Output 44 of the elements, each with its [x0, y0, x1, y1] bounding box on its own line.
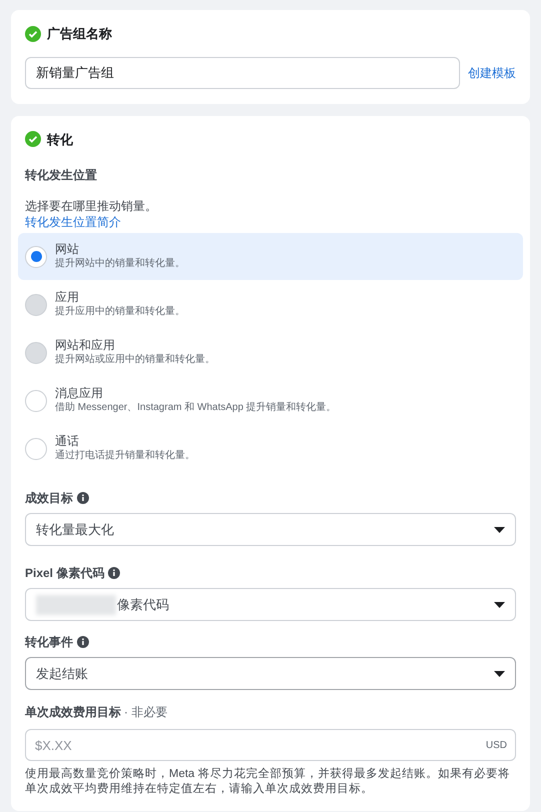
- info-icon: [77, 636, 89, 648]
- field-label: Pixel 像素代码: [25, 565, 104, 582]
- dropdown-caret-icon: [494, 602, 505, 608]
- check-circle-icon: [25, 26, 41, 42]
- option-label: 通话: [55, 434, 80, 449]
- radio-option[interactable]: 网站 提升网站中的销量和转化量。: [18, 233, 523, 280]
- section-title: 转化: [47, 130, 73, 148]
- dropdown-select[interactable]: 转化量最大化: [25, 513, 516, 546]
- optional-label: · 非必要: [124, 704, 168, 721]
- dropdown-select[interactable]: 发起结账: [25, 657, 516, 690]
- select-value: 转化量最大化: [36, 520, 115, 539]
- option-description: 提升网站中的销量和转化量。: [55, 257, 185, 271]
- currency-label: USD: [486, 739, 507, 753]
- dropdown-caret-icon: [494, 526, 505, 532]
- info-icon: [77, 492, 89, 504]
- option-description: 提升网站或应用中的销量和转化量。: [55, 353, 215, 367]
- radio-button[interactable]: [25, 246, 47, 268]
- field-label: 单次成效费用目标: [25, 704, 121, 721]
- field-label: 转化发生位置: [25, 167, 98, 184]
- radio-option[interactable]: 消息应用 借助 Messenger、Instagram 和 WhatsApp 提升销量和转化量。: [18, 377, 523, 424]
- radio-button[interactable]: [25, 438, 47, 460]
- help-link[interactable]: 转化发生位置简介: [25, 214, 121, 230]
- option-label: 消息应用: [55, 386, 104, 401]
- create-template-link[interactable]: 创建模板: [468, 64, 516, 82]
- section-title: 广告组名称: [47, 25, 112, 43]
- option-description: 借助 Messenger、Instagram 和 WhatsApp 提升销量和转化量。: [55, 401, 336, 415]
- option-description: 提升应用中的销量和转化量。: [55, 305, 185, 319]
- help-text: 使用最高数量竞价策略时，Meta 将尽力花完全部预算，并获得最多发起结账。如果有必要将单次成效平均费用维持在特定值左右，请输入单次成效费用目标。: [25, 767, 511, 797]
- dropdown-select[interactable]: 像素代码: [25, 588, 516, 621]
- select-value: 像素代码: [117, 596, 170, 614]
- field-label: 转化事件: [25, 634, 73, 651]
- option-label: 应用: [55, 290, 80, 305]
- name-field[interactable]: 新销量广告组: [25, 56, 460, 88]
- info-icon: [108, 567, 120, 579]
- dropdown-caret-icon: [494, 670, 505, 676]
- radio-button[interactable]: [25, 390, 47, 412]
- option-label: 网站和应用: [55, 338, 116, 353]
- option-description: 通过打电话提升销量和转化量。: [55, 449, 195, 463]
- description-text: 选择要在哪里推动销量。: [25, 198, 158, 214]
- radio-option[interactable]: 通话 通过打电话提升销量和转化量。: [18, 425, 523, 472]
- field-label: 成效目标: [25, 490, 73, 507]
- check-circle-icon: [25, 131, 41, 148]
- option-label: 网站: [55, 242, 80, 257]
- select-value: 发起结账: [36, 664, 89, 683]
